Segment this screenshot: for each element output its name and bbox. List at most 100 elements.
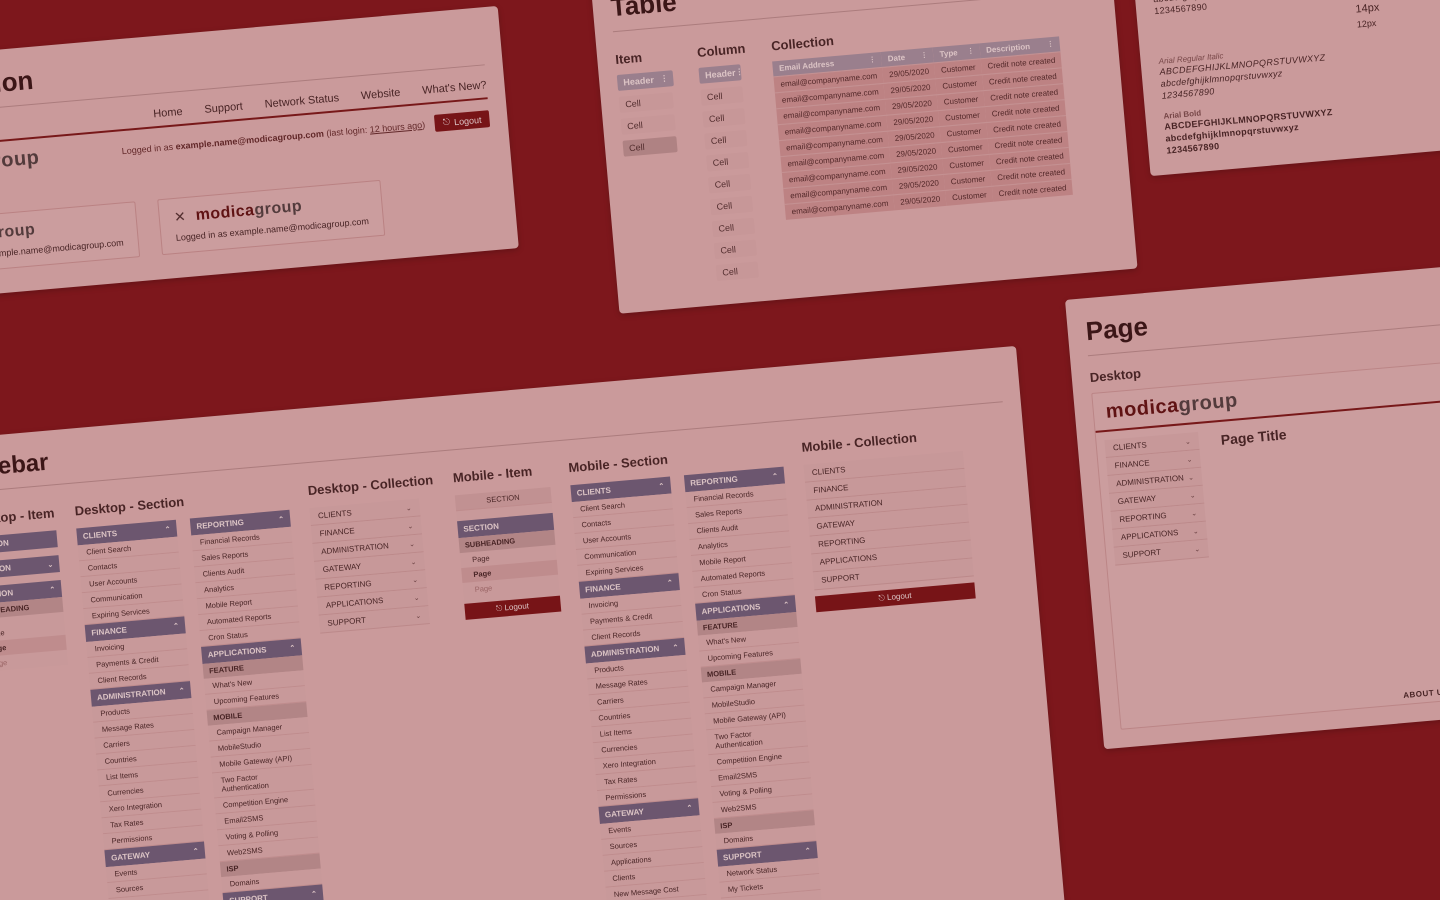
panel-table: Table Item Header⋮ Cell Cell Cell Column… <box>590 0 1138 314</box>
chevron-down-icon: ⌄ <box>1185 437 1192 445</box>
chevron-up-icon: ⌃ <box>772 472 779 480</box>
col-mobile-collection: Mobile - Collection CLIENTSFINANCEADMINI… <box>800 420 975 612</box>
brand-second: group <box>0 147 40 174</box>
panel-title: Page <box>1085 282 1440 347</box>
col-item: Item Header⋮ Cell Cell Cell <box>614 41 691 294</box>
chevron-up-icon: ⌃ <box>667 578 674 586</box>
logout-button[interactable]: ⎋ Logout <box>464 596 561 620</box>
cell[interactable]: Cell <box>700 86 743 106</box>
panel-page: Page Desktop modicagroup CLIENTS⌄FINANCE… <box>1065 263 1440 750</box>
brand-second: group <box>254 198 303 219</box>
menu-desktop-item: SECTION SECTION⌄ SECTION⌃ SUBHEADING Pag… <box>0 530 68 672</box>
chevron-up-icon: ⌃ <box>311 889 318 897</box>
label: SECTION <box>0 563 11 575</box>
nav-network-status[interactable]: Network Status <box>264 92 339 110</box>
close-icon[interactable]: ✕ <box>173 208 186 226</box>
cell[interactable]: Cell <box>702 108 745 128</box>
logout-button[interactable]: ⎋ Logout <box>434 110 490 132</box>
sort-icon[interactable]: ⋮ <box>660 77 667 82</box>
col-head: Mobile - Item <box>452 462 549 485</box>
nav-support[interactable]: Support <box>204 101 243 116</box>
label: APPLICATIONS <box>207 645 267 659</box>
col-desktop-collection: Desktop - Collection CLIENTS⌄FINANCE⌄ADM… <box>307 466 446 633</box>
label: REPORTING <box>690 475 738 488</box>
label: FINANCE <box>91 625 127 637</box>
chevron-down-icon: ⌄ <box>1194 545 1201 553</box>
ladder-mobile: CLIENTSFINANCEADMINISTRATIONGATEWAYREPOR… <box>803 451 973 590</box>
chevron-down-icon: ⌄ <box>412 575 419 583</box>
mini-cards-row: modicagroup Logged in as example.name@mo… <box>0 170 499 277</box>
brand-second: group <box>0 221 36 242</box>
chevron-up-icon: ⌃ <box>658 482 665 490</box>
footer-about[interactable]: ABOUT US <box>1403 687 1440 700</box>
table-cell: 29/05/2020 <box>894 190 947 210</box>
sort-icon[interactable]: ⋮ <box>735 70 742 75</box>
cell[interactable]: Cell <box>704 130 747 150</box>
chevron-down-icon: ⌄ <box>1191 509 1198 517</box>
panel-typography: Typeface 28px Hierarchy H1 Arial Regular… <box>1130 0 1440 176</box>
brand-logo: modicagroup <box>0 147 40 181</box>
cell[interactable]: Cell <box>712 218 755 238</box>
table-columns: Item Header⋮ Cell Cell Cell Column Heade… <box>614 4 1118 294</box>
logout-label: Logout <box>454 114 482 126</box>
label: FINANCE <box>319 526 355 538</box>
label: CLIENTS <box>1113 440 1147 452</box>
ladder-page: CLIENTS⌄FINANCE⌄ADMINISTRATION⌄GATEWAY⌄R… <box>1104 432 1209 566</box>
menu-ms-right: REPORTING⌃Financial RecordsSales Reports… <box>684 467 826 900</box>
cell[interactable]: Cell <box>706 152 749 172</box>
brand-first: modica <box>1105 395 1180 423</box>
chevron-down-icon: ⌄ <box>1188 473 1195 481</box>
cell[interactable]: Cell <box>714 240 757 260</box>
label: REPORTING <box>818 536 866 549</box>
label: SUPPORT <box>327 616 366 628</box>
table-cell: Customer <box>946 186 994 206</box>
chevron-down-icon: ⌄ <box>1189 491 1196 499</box>
header-cell[interactable]: Header⋮ <box>698 64 741 84</box>
cell[interactable]: Cell <box>710 196 753 216</box>
ladder-desktop: CLIENTS⌄FINANCE⌄ADMINISTRATION⌄GATEWAY⌄R… <box>309 498 430 633</box>
app-frame: modicagroup CLIENTS⌄FINANCE⌄ADMINISTRATI… <box>1091 359 1440 730</box>
nav-whats-new[interactable]: What's New? <box>422 79 487 97</box>
header-cell[interactable]: Header ⋮ <box>617 70 674 91</box>
collection-table: Email Address⋮Date⋮Type⋮Description⋮ ema… <box>773 36 1074 219</box>
label: ADMINISTRATION <box>97 687 166 702</box>
label: SECTION <box>0 588 14 600</box>
label: SUPPORT <box>821 572 860 584</box>
label: APPLICATIONS <box>326 596 384 610</box>
label: APPLICATIONS <box>819 553 877 567</box>
label: GATEWAY <box>605 807 645 819</box>
cell[interactable]: Cell <box>619 92 674 113</box>
col-mobile-section: Mobile - Section CLIENTS⌃Client SearchCo… <box>567 436 825 900</box>
label: FINANCE <box>585 582 621 594</box>
col-column: Column Header⋮ CellCellCellCellCellCellC… <box>696 35 766 287</box>
label: ADMINISTRATION <box>1116 473 1184 488</box>
last-login-label: (last login: <box>326 124 368 138</box>
nav-home[interactable]: Home <box>153 106 183 121</box>
label: CLIENTS <box>318 508 352 520</box>
alpha-numbers: 1234567890 <box>1154 0 1325 17</box>
brand-logo: modicagroup <box>1105 389 1239 422</box>
last-login-suffix: ) <box>422 119 426 129</box>
label: CLIENTS <box>83 529 118 541</box>
label: SECTION <box>0 538 9 550</box>
label: ADMINISTRATION <box>815 498 883 513</box>
header-cell-label: Header <box>623 72 655 91</box>
label: FINANCE <box>813 483 849 495</box>
chevron-up-icon: ⌃ <box>193 847 200 855</box>
logout-label: Logout <box>504 601 529 612</box>
nav-website[interactable]: Website <box>360 87 400 102</box>
label: SUPPORT <box>229 893 268 900</box>
size-column: 22px 18px 14px 12px <box>1352 0 1392 30</box>
size-12: 12px <box>1356 17 1391 30</box>
card-logged-text: Logged in as example.name@modicagroup.co… <box>0 237 124 264</box>
cell[interactable]: Cell <box>621 114 676 135</box>
cell-selected[interactable]: Cell <box>622 136 677 157</box>
last-login-value[interactable]: 12 hours ago <box>369 120 422 135</box>
cell[interactable]: Cell <box>708 174 751 194</box>
app-body: CLIENTS⌄FINANCE⌄ADMINISTRATION⌄GATEWAY⌄R… <box>1096 399 1440 712</box>
cell[interactable]: Cell <box>716 261 759 281</box>
label: CLIENTS <box>576 486 611 498</box>
size-14: 14px <box>1355 1 1390 16</box>
col-mobile-item: Mobile - Item SECTION SECTION SUBHEADING… <box>452 456 561 620</box>
label: ADMINISTRATION <box>590 644 659 659</box>
